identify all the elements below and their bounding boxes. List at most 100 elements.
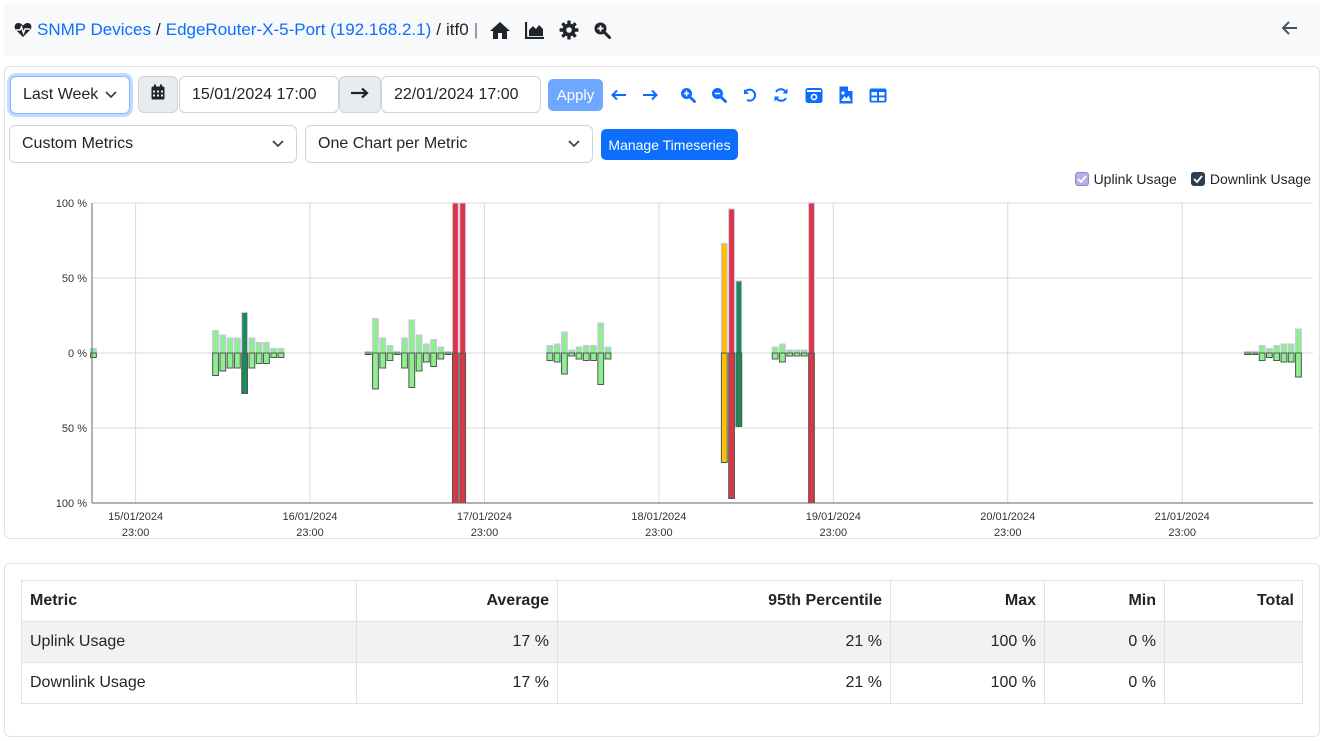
bar-downlink — [219, 352, 227, 372]
bar-downlink — [1280, 352, 1288, 363]
zoom-in-icon[interactable] — [677, 84, 699, 106]
x-tick-label: 21/01/2024 — [1155, 511, 1210, 523]
breadcrumb-snmp-devices[interactable]: SNMP Devices — [37, 20, 151, 40]
bar-downlink — [553, 352, 561, 363]
bar-uplink — [604, 346, 612, 354]
camera-icon[interactable] — [803, 84, 825, 106]
bar-downlink — [597, 352, 605, 385]
bar-uplink — [728, 208, 735, 354]
table-header-row: Metric Average 95th Percentile Max Min T… — [21, 580, 1303, 622]
chart-legend: Uplink Usage Downlink Usage — [1074, 171, 1311, 187]
legend-item-uplink[interactable]: Uplink Usage — [1074, 171, 1177, 187]
bar-uplink — [735, 280, 743, 354]
layout-select[interactable]: One Chart per Metric — [305, 125, 593, 163]
bar-downlink — [1258, 352, 1266, 361]
checkbox-icon[interactable] — [1190, 172, 1205, 186]
bar-uplink — [546, 345, 554, 354]
y-tick-label: 50 % — [62, 273, 87, 285]
bar-uplink — [1273, 345, 1281, 354]
cell — [1164, 621, 1303, 663]
undo-icon[interactable] — [739, 84, 761, 106]
cell: 0 % — [1044, 662, 1165, 704]
cell — [1164, 662, 1303, 704]
bar-downlink — [1295, 352, 1302, 378]
col-header: Max — [890, 580, 1045, 622]
arrow-left-icon[interactable] — [608, 84, 630, 106]
bar-uplink — [277, 348, 285, 354]
legend-item-downlink[interactable]: Downlink Usage — [1190, 171, 1311, 187]
bar-downlink — [459, 352, 467, 504]
apply-button[interactable]: Apply — [548, 79, 603, 111]
bar-uplink — [401, 337, 408, 354]
x-tick-label: 23:00 — [1168, 527, 1196, 539]
bar-uplink — [212, 330, 219, 354]
bar-downlink — [568, 352, 576, 357]
breadcrumb-bar: SNMP Devices / EdgeRouter-X-5-Port (192.… — [4, 4, 1320, 56]
bar-downlink — [241, 352, 249, 394]
bar-downlink — [379, 352, 387, 369]
bar-downlink — [415, 352, 423, 372]
gear-icon[interactable] — [559, 20, 579, 40]
y-tick-label: 100 % — [56, 198, 87, 210]
bar-uplink — [248, 337, 256, 354]
search-plus-icon[interactable] — [593, 21, 612, 39]
x-tick-label: 23:00 — [296, 527, 324, 539]
bar-uplink — [415, 334, 423, 354]
bar-downlink — [582, 352, 590, 361]
bar-downlink — [1244, 352, 1251, 355]
refresh-icon[interactable] — [770, 84, 792, 106]
bar-uplink — [582, 345, 590, 354]
x-tick-label: 23:00 — [471, 527, 499, 539]
heartbeat-icon — [14, 22, 32, 38]
bar-downlink — [1266, 352, 1273, 358]
area-chart-icon[interactable] — [525, 21, 545, 39]
x-tick-label: 20/01/2024 — [980, 511, 1035, 523]
long-arrow-right-icon — [351, 86, 369, 104]
bar-uplink — [372, 318, 379, 354]
calendar-button[interactable] — [138, 76, 178, 113]
bar-downlink — [590, 352, 597, 361]
bar-downlink — [793, 352, 801, 357]
table-icon[interactable] — [867, 84, 889, 106]
bar-downlink — [452, 352, 459, 504]
end-date-input[interactable]: 22/01/2024 17:00 — [381, 76, 541, 113]
metric-select[interactable]: Custom Metrics — [9, 125, 297, 163]
cell: 100 % — [890, 662, 1045, 704]
bar-downlink — [263, 352, 270, 364]
bar-downlink — [437, 352, 445, 360]
bar-uplink — [720, 243, 728, 354]
bar-uplink — [270, 348, 278, 354]
bar-downlink — [1273, 352, 1281, 361]
manage-timeseries-button[interactable]: Manage Timeseries — [601, 129, 738, 160]
cell: 17 % — [356, 662, 558, 704]
x-tick-label: 23:00 — [820, 527, 848, 539]
x-tick-label: 17/01/2024 — [457, 511, 512, 523]
x-tick-label: 23:00 — [994, 527, 1022, 539]
file-image-icon[interactable] — [835, 84, 857, 106]
arrow-right-icon[interactable] — [639, 84, 661, 106]
col-header: Min — [1044, 580, 1165, 622]
bar-uplink — [226, 337, 234, 354]
bar-downlink — [422, 352, 430, 363]
bar-uplink — [386, 345, 394, 354]
bar-downlink — [771, 352, 779, 360]
calendar-icon — [151, 84, 165, 105]
bar-downlink — [212, 352, 219, 376]
bar-uplink — [1258, 345, 1266, 354]
home-icon[interactable] — [489, 21, 511, 40]
back-arrow-icon[interactable] — [1281, 20, 1298, 40]
cell: 17 % — [356, 621, 558, 663]
bar-downlink — [226, 352, 234, 369]
start-date-input[interactable]: 15/01/2024 17:00 — [179, 76, 339, 113]
time-range-select[interactable]: Last Week — [10, 76, 130, 114]
bar-uplink — [90, 348, 97, 354]
chevron-down-icon — [105, 86, 117, 104]
bar-uplink — [241, 312, 249, 354]
bar-uplink — [808, 202, 815, 354]
x-tick-label: 19/01/2024 — [806, 511, 861, 523]
breadcrumb-device[interactable]: EdgeRouter-X-5-Port (192.168.2.1) — [166, 20, 432, 40]
bar-downlink — [277, 352, 285, 358]
checkbox-icon[interactable] — [1074, 172, 1089, 186]
bar-downlink — [248, 352, 256, 369]
zoom-out-icon[interactable] — [708, 84, 730, 106]
